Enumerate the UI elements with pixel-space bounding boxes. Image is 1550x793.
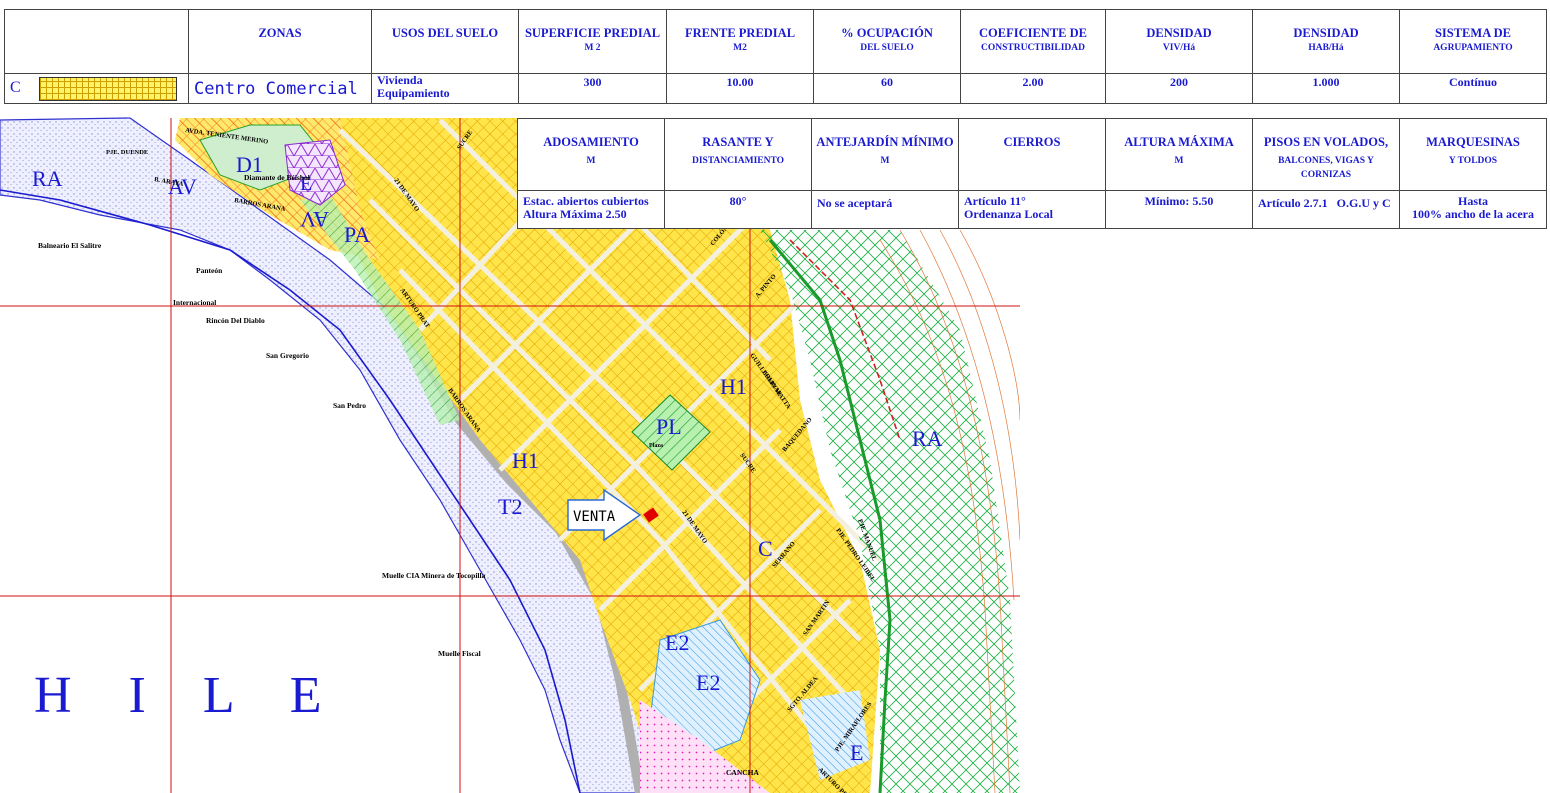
place-san-pedro: San Pedro — [333, 401, 366, 410]
place-rincon-diablo: Rincón Del Diablo — [206, 316, 265, 325]
zone-code: C — [10, 79, 21, 97]
zone-swatch — [38, 76, 177, 101]
value-coeficiente: 2.00 — [960, 73, 1106, 104]
sale-label: VENTA — [573, 509, 616, 525]
header-marquesinas: MARQUESINAS Y TOLDOS — [1399, 118, 1547, 191]
value-cierros: Artículo 11° Ordenanza Local — [958, 190, 1106, 229]
value-pisos: Artículo 2.7.1 O.G.U y C — [1252, 190, 1400, 229]
zone-label-c: C — [758, 536, 773, 561]
place-internacional: Internacional — [173, 298, 216, 307]
zone-label-e-south: E — [850, 740, 863, 765]
value-altura: Mínimo: 5.50 — [1105, 190, 1253, 229]
header-pisos: PISOS EN VOLADOS, BALCONES, VIGAS Y CORNI… — [1252, 118, 1400, 191]
place-balneario: Balneario El Salitre — [38, 241, 102, 250]
header-superficie: SUPERFICIE PREDIAL M 2 — [518, 9, 667, 74]
value-densidad-viv: 200 — [1105, 73, 1253, 104]
zone-label-t2: T2 — [498, 494, 522, 519]
zone-label-pl: PL — [656, 414, 682, 439]
value-ocupacion: 60 — [813, 73, 961, 104]
zoning-table-secondary: ADOSAMIENTO M RASANTE Y DISTANCIAMIENTO AN… — [517, 118, 1547, 229]
value-frente: 10.00 — [666, 73, 814, 104]
place-san-gregorio: San Gregorio — [266, 351, 309, 360]
uses-cell: Vivienda Equipamiento — [371, 73, 519, 104]
header-coeficiente: COEFICIENTE DE CONSTRUCTIBILIDAD — [960, 9, 1106, 74]
header-usos: USOS DEL SUELO — [371, 9, 519, 74]
value-adosamiento: Estac. abiertos cubiertos Altura Máxima 2… — [517, 190, 665, 229]
zone-label-av-2: AV — [300, 207, 329, 232]
street-label: PJE. DUENDE — [106, 149, 148, 156]
value-superficie: 300 — [518, 73, 667, 104]
header-densidad-hab: DENSIDAD HAB/Há — [1252, 9, 1400, 74]
value-agrupamiento: Contínuo — [1399, 73, 1547, 104]
place-panteon: Panteón — [196, 266, 223, 275]
zone-label-pa: PA — [344, 222, 370, 247]
zone-code-cell: C — [4, 73, 189, 104]
zone-label-e2-2: E2 — [696, 670, 720, 695]
zone-label-h1-east: H1 — [720, 374, 747, 399]
value-densidad-hab: 1.000 — [1252, 73, 1400, 104]
value-antejardin: No se aceptará — [811, 190, 959, 229]
zone-label-ra-west: RA — [32, 166, 63, 191]
header-adosamiento: ADOSAMIENTO M — [517, 118, 665, 191]
zone-name-cell: Centro Comercial — [188, 73, 372, 104]
zone-name: Centro Comercial — [194, 78, 358, 99]
header-densidad-viv: DENSIDAD VIV/Há — [1105, 9, 1253, 74]
header-agrupamiento: SISTEMA DE AGRUPAMIENTO — [1399, 9, 1547, 74]
value-marquesinas: Hasta 100% ancho de la acera — [1399, 190, 1547, 229]
header-rasante: RASANTE Y DISTANCIAMIENTO — [664, 118, 812, 191]
place-muelle-minera: Muelle CIA Minera de Tocopilla — [382, 571, 486, 580]
header-frente: FRENTE PREDIAL M2 — [666, 9, 814, 74]
header-ocupacion: % OCUPACIÓN DEL SUELO — [813, 9, 961, 74]
place-cancha: CANCHA — [726, 768, 759, 777]
zone-label-ra-east: RA — [912, 426, 943, 451]
country-label: H I L E — [34, 667, 343, 724]
header-altura: ALTURA MÁXIMA M — [1105, 118, 1253, 191]
header-cierros: CIERROS — [958, 118, 1106, 191]
zone-label-h1-west: H1 — [512, 448, 539, 473]
zone-code-header — [4, 9, 189, 74]
place-diamante: Diamante de Béisbol — [244, 173, 310, 182]
value-rasante: 80° — [664, 190, 812, 229]
header-zonas: ZONAS — [188, 9, 372, 74]
header-antejardin: ANTEJARDÍN MÍNIMO M — [811, 118, 959, 191]
place-plaza: Plaza — [649, 443, 663, 449]
zone-label-e2-1: E2 — [665, 630, 689, 655]
place-muelle-fiscal: Muelle Fiscal — [438, 649, 481, 658]
zoning-table-main: ZONAS USOS DEL SUELO SUPERFICIE PREDIAL M… — [4, 9, 1547, 104]
